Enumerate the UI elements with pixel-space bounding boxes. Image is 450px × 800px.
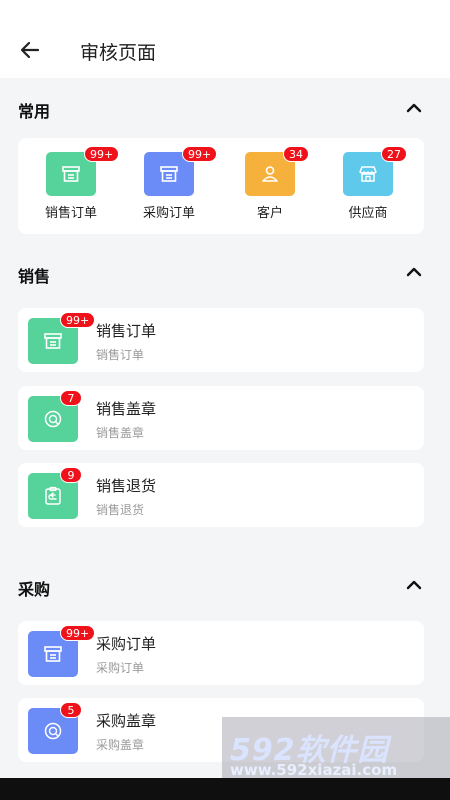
section-title-sales: 销售 <box>18 267 51 286</box>
quick-item-purchase-order[interactable]: 99+ 采购订单 <box>124 138 218 234</box>
row-subtitle: 采购盖章 <box>96 738 145 752</box>
badge-count: 5 <box>60 702 82 718</box>
badge-count: 7 <box>60 390 82 406</box>
row-title: 销售退货 <box>96 477 157 495</box>
row-subtitle: 销售盖章 <box>96 426 145 440</box>
badge-count: 99+ <box>182 146 218 162</box>
chevron-up-icon[interactable] <box>402 96 426 120</box>
section-title-common: 常用 <box>18 102 51 121</box>
list-item-sales-order[interactable]: 99+ 销售订单 销售订单 <box>18 308 424 372</box>
row-subtitle: 销售退货 <box>96 503 145 517</box>
box-icon <box>44 333 62 349</box>
store-icon <box>359 166 377 182</box>
badge-count: 99+ <box>84 146 120 162</box>
list-item-sales-return[interactable]: 9 销售退货 销售退货 <box>18 463 424 527</box>
watermark-url: www.592xiazai.com <box>230 761 398 779</box>
box-icon <box>160 166 178 182</box>
row-subtitle: 销售订单 <box>96 348 145 362</box>
badge-count: 34 <box>283 146 309 162</box>
quick-access-card: 99+ 销售订单 99+ 采购订单 34 客户 27 供应商 <box>18 138 424 234</box>
badge-count: 99+ <box>60 625 96 641</box>
list-item-purchase-order[interactable]: 99+ 采购订单 采购订单 <box>18 621 424 685</box>
badge-count: 27 <box>381 146 407 162</box>
box-icon <box>62 166 80 182</box>
stamp-icon <box>44 722 62 740</box>
app-header: 审核页面 <box>0 0 450 78</box>
back-arrow-icon[interactable] <box>18 38 42 62</box>
row-title: 采购订单 <box>96 635 157 653</box>
badge-count: 9 <box>60 467 82 483</box>
quick-item-supplier[interactable]: 27 供应商 <box>323 138 413 234</box>
quick-item-sales-order[interactable]: 99+ 销售订单 <box>26 138 120 234</box>
quick-item-label: 客户 <box>256 206 283 221</box>
quick-item-label: 供应商 <box>348 206 388 221</box>
badge-count: 99+ <box>60 312 96 328</box>
stamp-icon <box>44 410 62 428</box>
box-icon <box>44 646 62 662</box>
chevron-up-icon[interactable] <box>402 573 426 597</box>
list-item-sales-stamp[interactable]: 7 销售盖章 销售盖章 <box>18 386 424 450</box>
page-title: 审核页面 <box>80 42 157 64</box>
row-title: 销售订单 <box>96 322 157 340</box>
watermark-logo: 592软件园 www.592xiazai.com <box>222 717 450 779</box>
person-icon <box>262 166 278 182</box>
section-title-purchase: 采购 <box>18 580 51 599</box>
row-subtitle: 采购订单 <box>96 661 145 675</box>
chevron-up-icon[interactable] <box>402 260 426 284</box>
return-icon <box>45 486 61 505</box>
quick-item-label: 销售订单 <box>44 206 97 221</box>
row-title: 采购盖章 <box>96 712 157 730</box>
system-navigation-bar <box>0 778 450 800</box>
quick-item-label: 采购订单 <box>142 206 195 221</box>
quick-item-customer[interactable]: 34 客户 <box>225 138 315 234</box>
row-title: 销售盖章 <box>96 400 157 418</box>
